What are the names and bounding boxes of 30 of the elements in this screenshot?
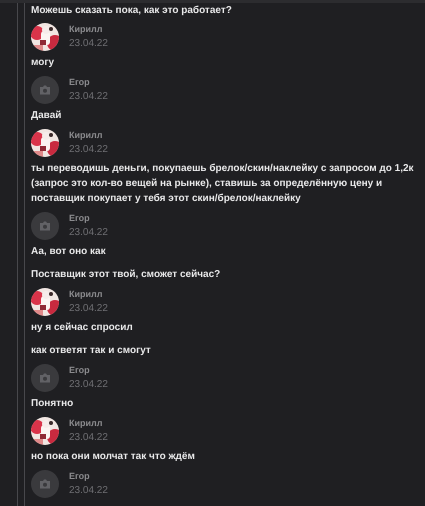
author-name: Егор	[69, 212, 91, 224]
message-text: Понятно	[31, 397, 74, 411]
camera-icon	[39, 221, 51, 231]
author-name: Егор	[69, 470, 91, 482]
timestamp: 23.04.22	[69, 431, 108, 445]
camera-icon	[39, 85, 51, 95]
author-name: Кирилл	[69, 23, 104, 35]
camera-icon	[39, 479, 51, 489]
message-text: Поставщик этот твой, сможет сейчас?	[31, 268, 222, 282]
message-text: могу	[31, 56, 56, 70]
author-name: Егор	[69, 76, 91, 88]
timestamp: 23.04.22	[69, 484, 108, 498]
timestamp: 23.04.22	[69, 302, 108, 316]
camera-icon	[39, 373, 51, 383]
timestamp: 23.04.22	[69, 90, 108, 104]
message-text: как ответят так и смогут	[31, 344, 152, 358]
timestamp: 23.04.22	[69, 37, 108, 51]
author-name: Егор	[69, 364, 91, 376]
author-name: Кирилл	[69, 417, 104, 429]
author-name: Кирилл	[69, 129, 104, 141]
message-text: но пока они молчат так что ждём	[31, 450, 196, 464]
timestamp: 23.04.22	[69, 378, 108, 392]
message-text: Давай	[31, 109, 62, 123]
message-text: ты переводишь деньги, покупаешь брелок/скин/наклейку с запросом до 1,2к (запрос это кол-во вещей на рынке), ставишь за определённую цену и поставщик покупает у тебя этот скин/брелок/наклейку	[31, 162, 415, 206]
message-text: ну я сейчас спросил	[31, 321, 134, 335]
timestamp: 23.04.22	[69, 143, 108, 157]
message-text: Можешь сказать пока, как это работает?	[31, 4, 233, 17]
timestamp: 23.04.22	[69, 226, 108, 240]
message-text: Аа, вот оно как	[31, 245, 107, 259]
author-name: Кирилл	[69, 288, 104, 300]
